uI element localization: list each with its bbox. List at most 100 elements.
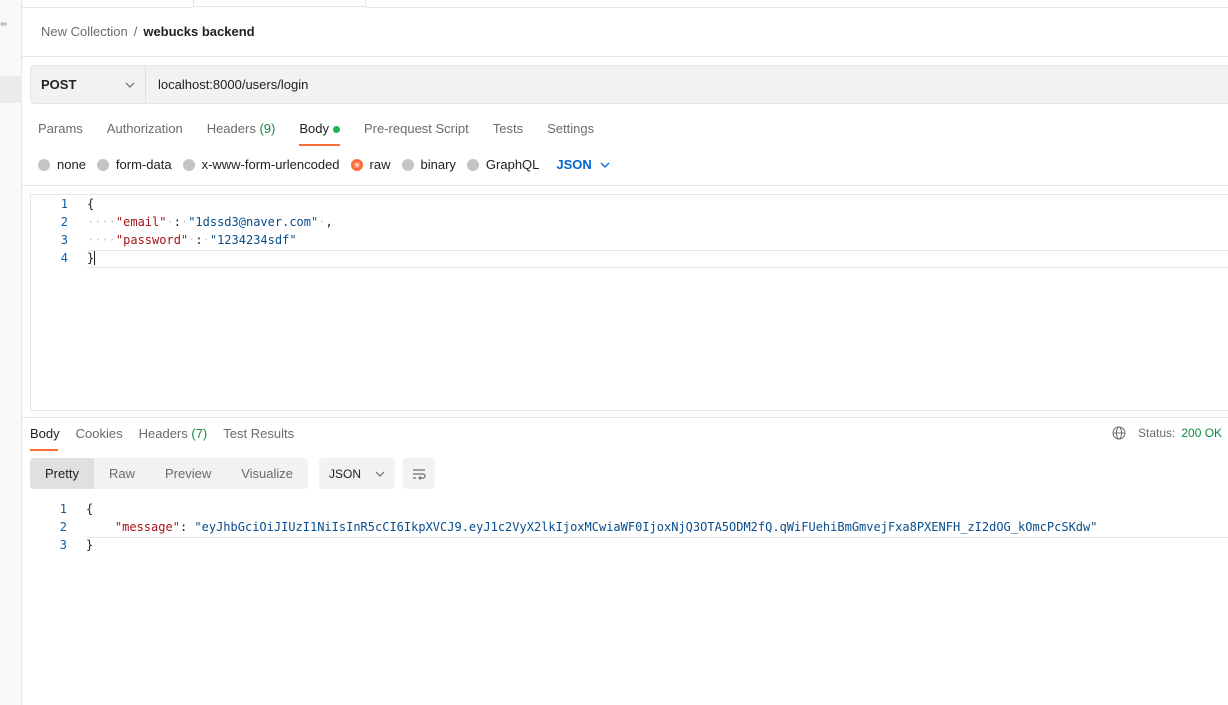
radio-graphql[interactable]: GraphQL	[466, 157, 540, 172]
radio-label: GraphQL	[485, 157, 540, 172]
radio-button[interactable]	[96, 158, 109, 171]
response-headers-count: (7)	[191, 426, 208, 441]
wrap-text-icon	[413, 468, 426, 480]
code-text: ····"password"·:·"1234234sdf"	[87, 233, 297, 247]
wrap-lines-button[interactable]	[403, 458, 435, 489]
tab-label: Headers	[138, 426, 188, 441]
tab-headers[interactable]: Headers (9)	[207, 121, 276, 146]
code-line: 3 }	[30, 536, 1228, 554]
line-number: 2	[59, 520, 67, 534]
view-preview[interactable]: Preview	[150, 458, 226, 489]
radio-button[interactable]	[38, 158, 50, 171]
code-text: }	[87, 250, 96, 266]
code-text: {	[86, 502, 94, 516]
tab-label: Body	[30, 426, 60, 441]
sidebar-selected-item[interactable]	[0, 76, 22, 103]
body-format-label: JSON	[556, 157, 592, 172]
active-request-tab[interactable]	[193, 0, 366, 7]
line-number: 2	[60, 215, 68, 229]
method-select[interactable]: POST	[31, 66, 146, 103]
divider	[22, 417, 1228, 418]
view-pretty[interactable]: Pretty	[30, 458, 94, 489]
divider	[22, 56, 1228, 57]
chevron-down-icon	[600, 162, 610, 168]
tab-label: Headers	[206, 121, 256, 136]
tab-body[interactable]: Body	[299, 121, 340, 146]
code-text-content: }	[87, 250, 95, 265]
response-view-toggle: Pretty Raw Preview Visualize	[30, 458, 309, 489]
radio-label: none	[57, 157, 86, 172]
request-tabs: Params Authorization Headers (9) Body Pr…	[38, 121, 594, 146]
request-body-editor[interactable]: 1 { 2 ····"email"·:·"1dssd3@naver.com"·,…	[30, 194, 1228, 411]
json-key: "email"	[115, 215, 167, 229]
json-value: "1dssd3@naver.com"	[188, 215, 319, 229]
tab-pre-request-script[interactable]: Pre-request Script	[364, 121, 469, 146]
radio-none[interactable]: none	[38, 157, 86, 172]
tab-label: Body	[299, 121, 329, 136]
tab-response-cookies[interactable]: Cookies	[76, 426, 123, 451]
code-text: "message": "eyJhbGciOiJIUzI1NiIsInR5cCI6…	[114, 520, 1098, 534]
radio-binary[interactable]: binary	[401, 157, 456, 172]
tab-settings[interactable]: Settings	[547, 121, 594, 146]
json-value: "1234234sdf"	[209, 233, 297, 247]
tab-bar-border	[22, 7, 193, 8]
tab-label: Cookies	[75, 426, 123, 441]
tab-label: Params	[38, 121, 83, 136]
headers-count: (9)	[259, 121, 276, 136]
code-line: 1 {	[30, 500, 1228, 518]
line-number: 4	[60, 251, 68, 265]
code-line: 2 ····"email"·:·"1dssd3@naver.com"·,	[31, 213, 1228, 231]
line-number: 3	[60, 233, 68, 247]
url-input[interactable]: localhost:8000/users/login	[146, 66, 308, 103]
tab-label: Tests	[492, 121, 524, 136]
breadcrumb: New Collection / webucks backend	[41, 24, 255, 39]
breadcrumb-separator: /	[133, 24, 138, 39]
radio-form-data[interactable]: form-data	[96, 157, 172, 172]
status-code[interactable]: 200 OK	[1181, 426, 1222, 440]
tab-response-body[interactable]: Body	[30, 426, 60, 451]
more-dots-icon[interactable]: °°	[0, 22, 7, 33]
method-label: POST	[41, 77, 77, 92]
chevron-down-icon	[375, 471, 385, 477]
tab-response-headers[interactable]: Headers (7)	[139, 426, 208, 451]
body-format-select[interactable]: JSON	[556, 157, 610, 172]
json-value: "eyJhbGciOiJIUzI1NiIsInR5cCI6IkpXVCJ9.ey…	[194, 520, 1098, 534]
breadcrumb-collection[interactable]: New Collection	[41, 24, 128, 39]
url-bar: POST localhost:8000/users/login	[30, 65, 1228, 104]
body-indicator-dot	[332, 126, 340, 134]
radio-button[interactable]	[401, 158, 414, 171]
json-key: "password"	[115, 233, 189, 247]
tab-params[interactable]: Params	[38, 121, 83, 146]
globe-icon[interactable]	[1112, 426, 1126, 440]
response-format-label: JSON	[329, 466, 362, 481]
code-line: 4 }	[31, 249, 1228, 267]
view-visualize[interactable]: Visualize	[226, 458, 308, 489]
tab-label: Settings	[547, 121, 595, 136]
chevron-down-icon	[125, 82, 135, 88]
line-number: 1	[59, 502, 67, 516]
radio-label: x-www-form-urlencoded	[201, 157, 340, 172]
radio-label: binary	[420, 157, 456, 172]
radio-x-www-form-urlencoded[interactable]: x-www-form-urlencoded	[182, 157, 340, 172]
radio-button[interactable]	[182, 158, 195, 171]
text-caret	[94, 251, 96, 266]
code-line: 3 ····"password"·:·"1234234sdf"	[31, 231, 1228, 249]
view-raw[interactable]: Raw	[94, 458, 150, 489]
line-number: 1	[60, 197, 68, 211]
response-format-select[interactable]: JSON	[319, 458, 395, 489]
tab-authorization[interactable]: Authorization	[107, 121, 183, 146]
radio-button[interactable]	[466, 158, 479, 171]
code-text: }	[86, 538, 94, 552]
radio-button-selected[interactable]	[350, 158, 363, 171]
code-line: 2 "message": "eyJhbGciOiJIUzI1NiIsInR5cC…	[30, 518, 1228, 536]
response-status: Status: 200 OK	[1112, 426, 1222, 440]
left-sidebar: °°	[0, 0, 22, 705]
tab-tests[interactable]: Tests	[493, 121, 523, 146]
response-body-viewer[interactable]: 1 { 2 "message": "eyJhbGciOiJIUzI1NiIsIn…	[30, 500, 1228, 560]
divider	[22, 185, 1228, 186]
breadcrumb-request-name[interactable]: webucks backend	[143, 24, 254, 39]
code-text: ····"email"·:·"1dssd3@naver.com"·,	[87, 215, 333, 229]
tab-test-results[interactable]: Test Results	[223, 426, 294, 451]
radio-raw[interactable]: raw	[350, 157, 391, 172]
tab-label: Authorization	[106, 121, 183, 136]
